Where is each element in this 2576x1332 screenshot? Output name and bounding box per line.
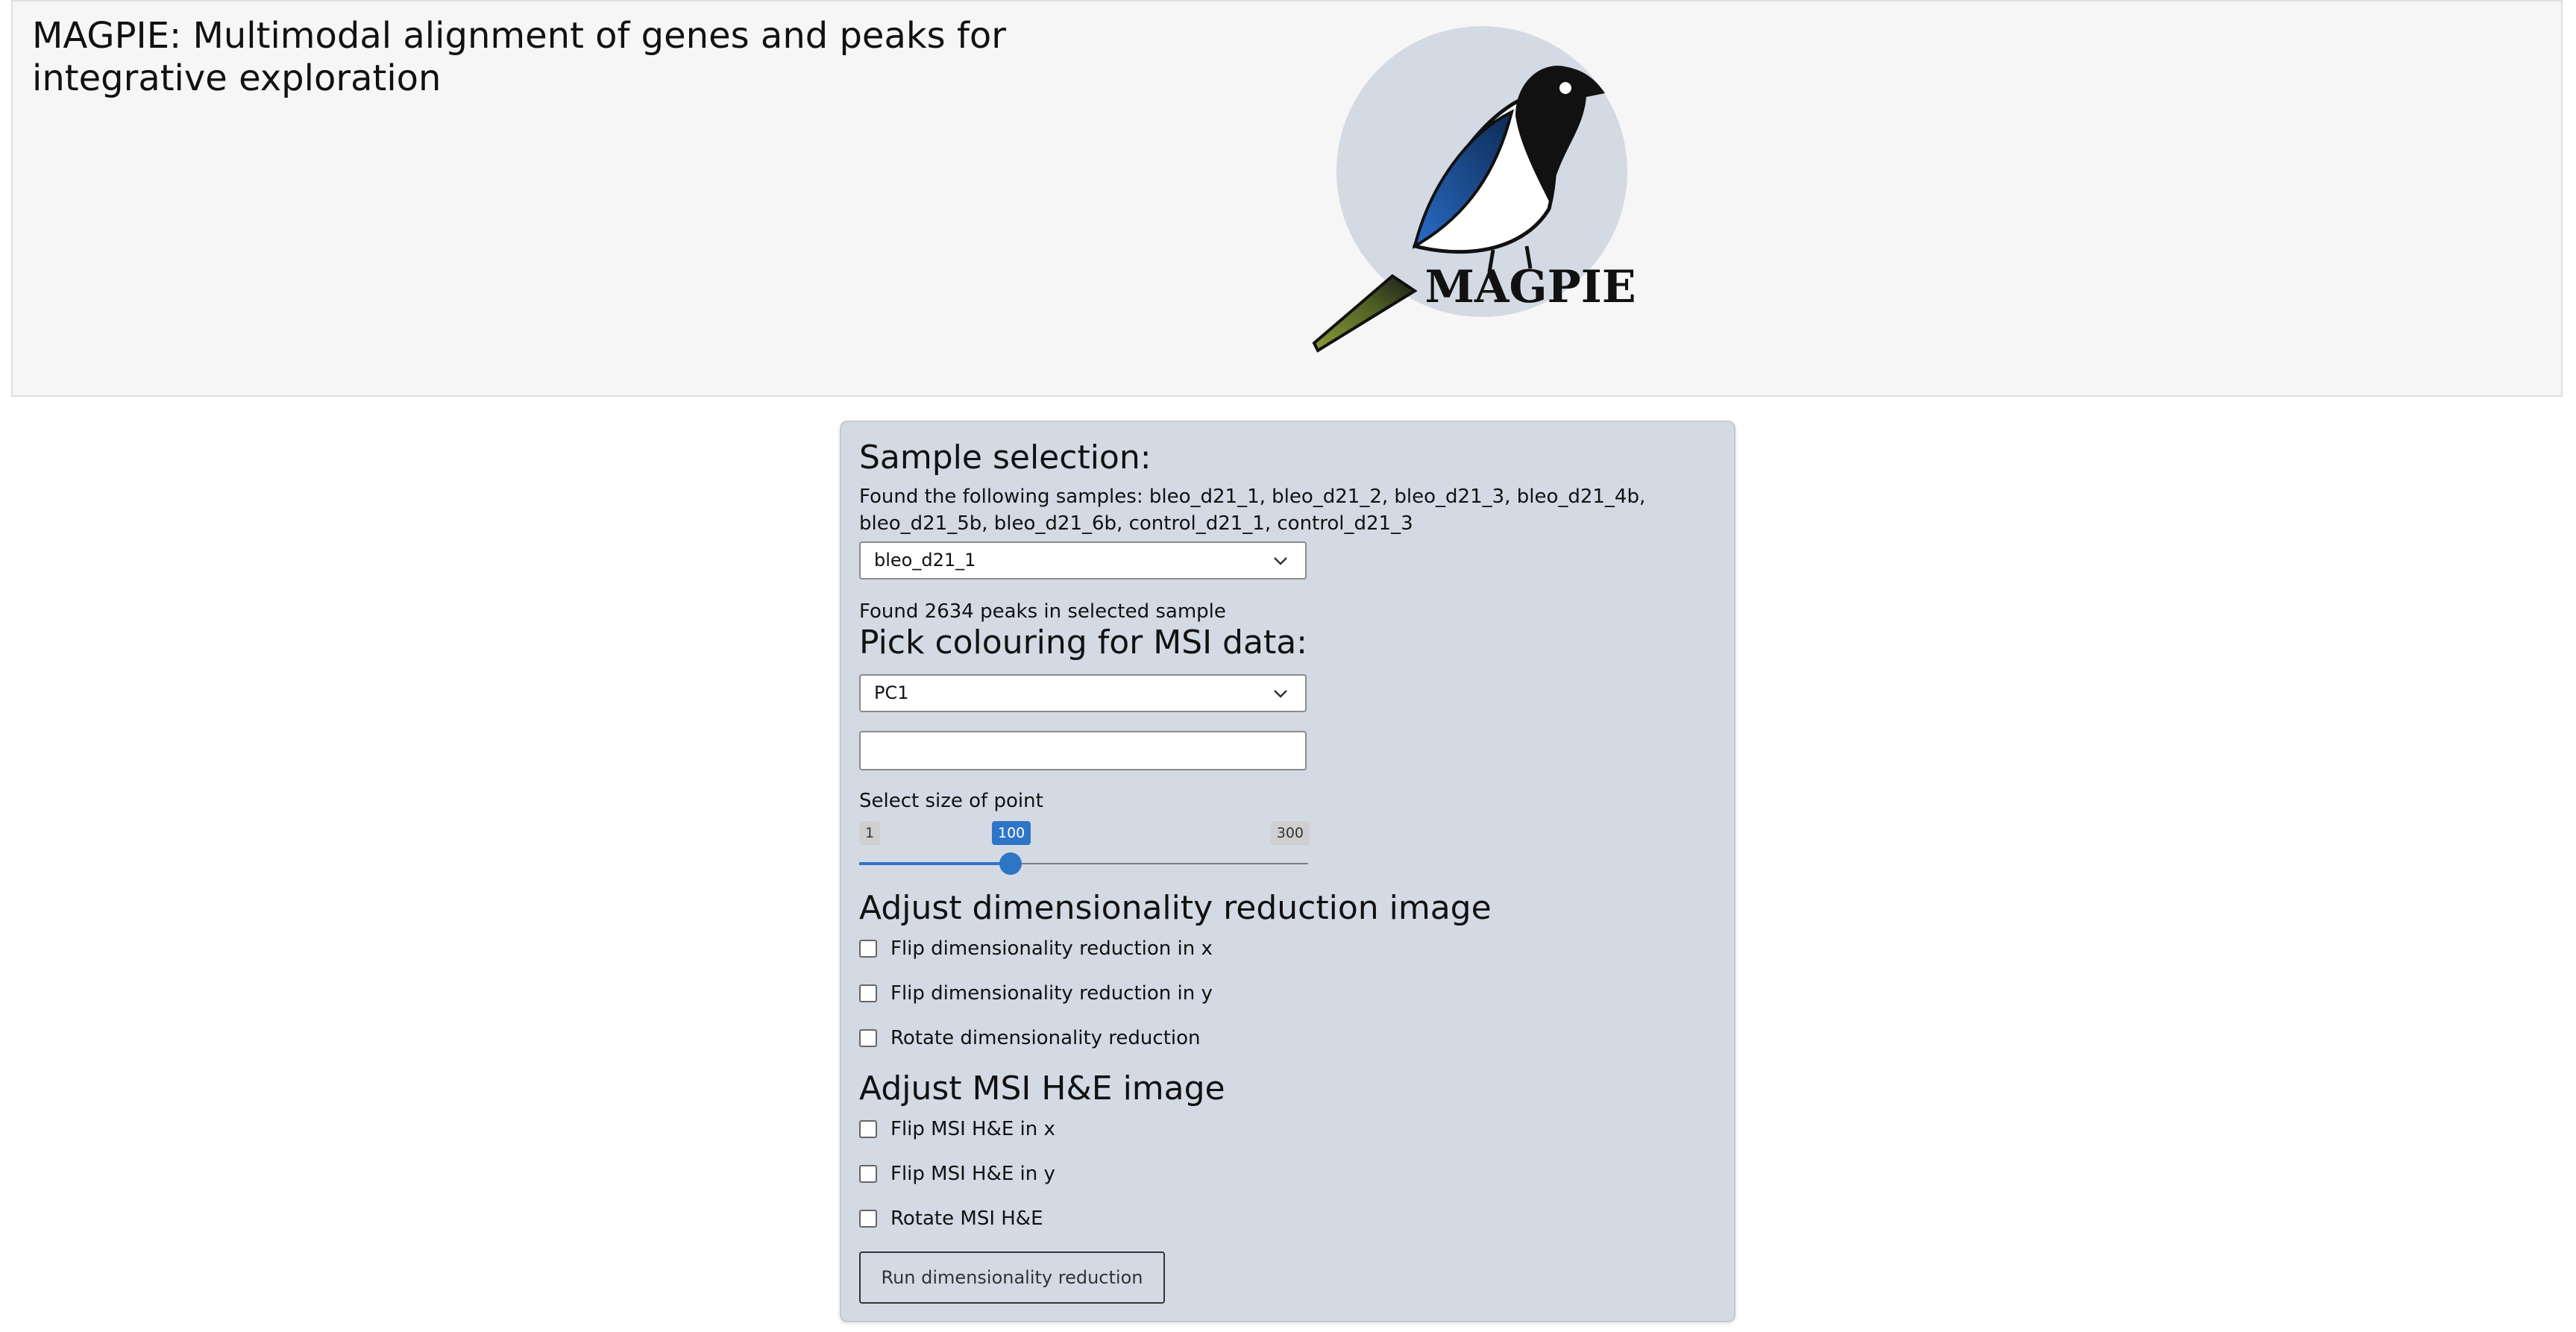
app-title: MAGPIE: Multimodal alignment of genes an… [32,15,1006,99]
checkbox-label: Flip dimensionality reduction in y [890,982,1213,1005]
checkbox[interactable] [859,1165,877,1183]
dimred-flip-y-checkbox[interactable]: Flip dimensionality reduction in y [859,978,1213,1008]
checkbox-label: Rotate MSI H&E [890,1207,1043,1230]
checkbox[interactable] [859,1210,877,1228]
msi-flip-y-checkbox[interactable]: Flip MSI H&E in y [859,1159,1055,1189]
dimred-rotate-checkbox[interactable]: Rotate dimensionality reduction [859,1023,1201,1053]
colouring-text-input[interactable] [859,731,1307,770]
msi-flip-x-checkbox[interactable]: Flip MSI H&E in x [859,1114,1055,1144]
checkbox[interactable] [859,1029,877,1047]
slider-track-filled [859,862,1010,865]
logo-text: MAGPIE [1424,261,1636,313]
checkbox[interactable] [859,1120,877,1138]
checkbox-label: Flip MSI H&E in x [890,1118,1055,1140]
sample-select-value: bleo_d21_1 [874,550,976,571]
colouring-heading: Pick colouring for MSI data: [859,623,1307,662]
run-dimred-button[interactable]: Run dimensionality reduction [859,1251,1165,1304]
msi-heading: Adjust MSI H&E image [859,1069,1225,1108]
found-samples-text: Found the following samples: bleo_d21_1,… [859,486,1646,535]
dimred-heading: Adjust dimensionality reduction image [859,889,1492,927]
chevron-down-icon [1274,557,1287,565]
app-header: MAGPIE: Multimodal alignment of genes an… [11,0,2563,397]
sample-selection-heading: Sample selection: [859,439,1152,477]
sample-select[interactable]: bleo_d21_1 [859,541,1307,579]
slider-track[interactable] [1010,863,1308,864]
checkbox-label: Flip dimensionality reduction in x [890,937,1213,960]
point-size-slider[interactable]: 1 100 300 [859,821,1310,881]
colouring-select-value: PC1 [874,682,909,703]
chevron-down-icon [1274,690,1287,698]
msi-rotate-checkbox[interactable]: Rotate MSI H&E [859,1204,1043,1234]
checkbox[interactable] [859,940,877,958]
colouring-select[interactable]: PC1 [859,674,1307,712]
magpie-logo: MAGPIE [1312,26,1636,353]
peaks-found-text: Found 2634 peaks in selected sample [859,600,1226,623]
slider-value-label: 100 [992,821,1031,845]
sidebar-panel: Sample selection: Found the following sa… [840,421,1735,1322]
dimred-flip-x-checkbox[interactable]: Flip dimensionality reduction in x [859,934,1213,964]
checkbox-label: Flip MSI H&E in y [890,1163,1055,1185]
checkbox-label: Rotate dimensionality reduction [890,1027,1201,1049]
slider-handle[interactable] [999,852,1022,875]
checkbox[interactable] [859,984,877,1002]
slider-min-label: 1 [859,821,881,845]
slider-max-label: 300 [1270,821,1310,845]
point-size-label: Select size of point [859,790,1043,812]
